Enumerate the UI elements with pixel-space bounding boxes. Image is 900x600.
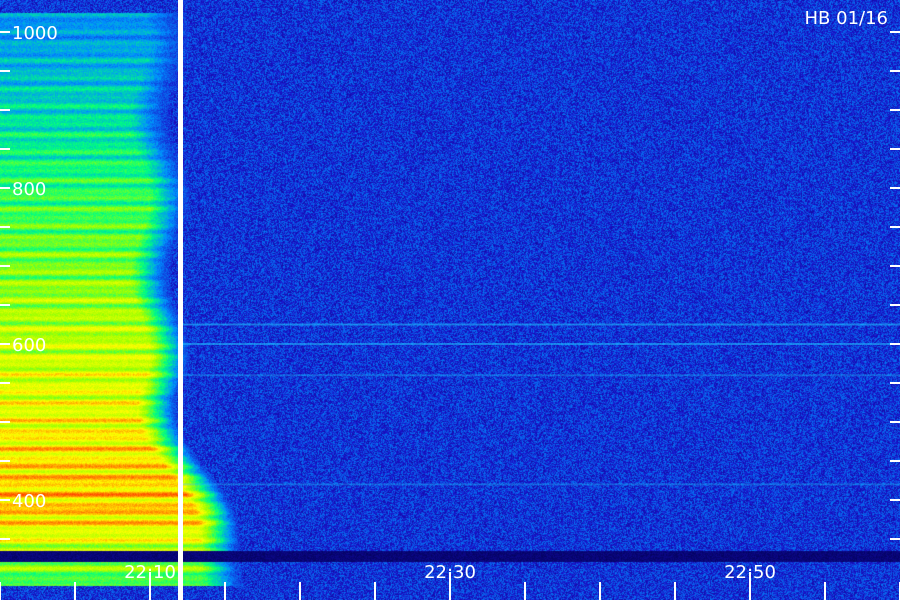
y-tick-label: 400 bbox=[12, 491, 46, 512]
x-tick-label: 22:30 bbox=[424, 562, 476, 583]
spectrogram-chart: 400 600 800 1000 22:10 22:30 22:50 HB 01/16 bbox=[0, 0, 900, 600]
spectrogram-image bbox=[0, 0, 900, 600]
y-tick-label: 600 bbox=[12, 335, 46, 356]
x-tick-label: 22:50 bbox=[724, 562, 776, 583]
time-marker-line bbox=[178, 0, 183, 600]
x-tick-label: 22:10 bbox=[124, 562, 176, 583]
chart-title: HB 01/16 bbox=[805, 8, 888, 29]
y-tick-label: 1000 bbox=[12, 23, 58, 44]
y-tick-label: 800 bbox=[12, 179, 46, 200]
